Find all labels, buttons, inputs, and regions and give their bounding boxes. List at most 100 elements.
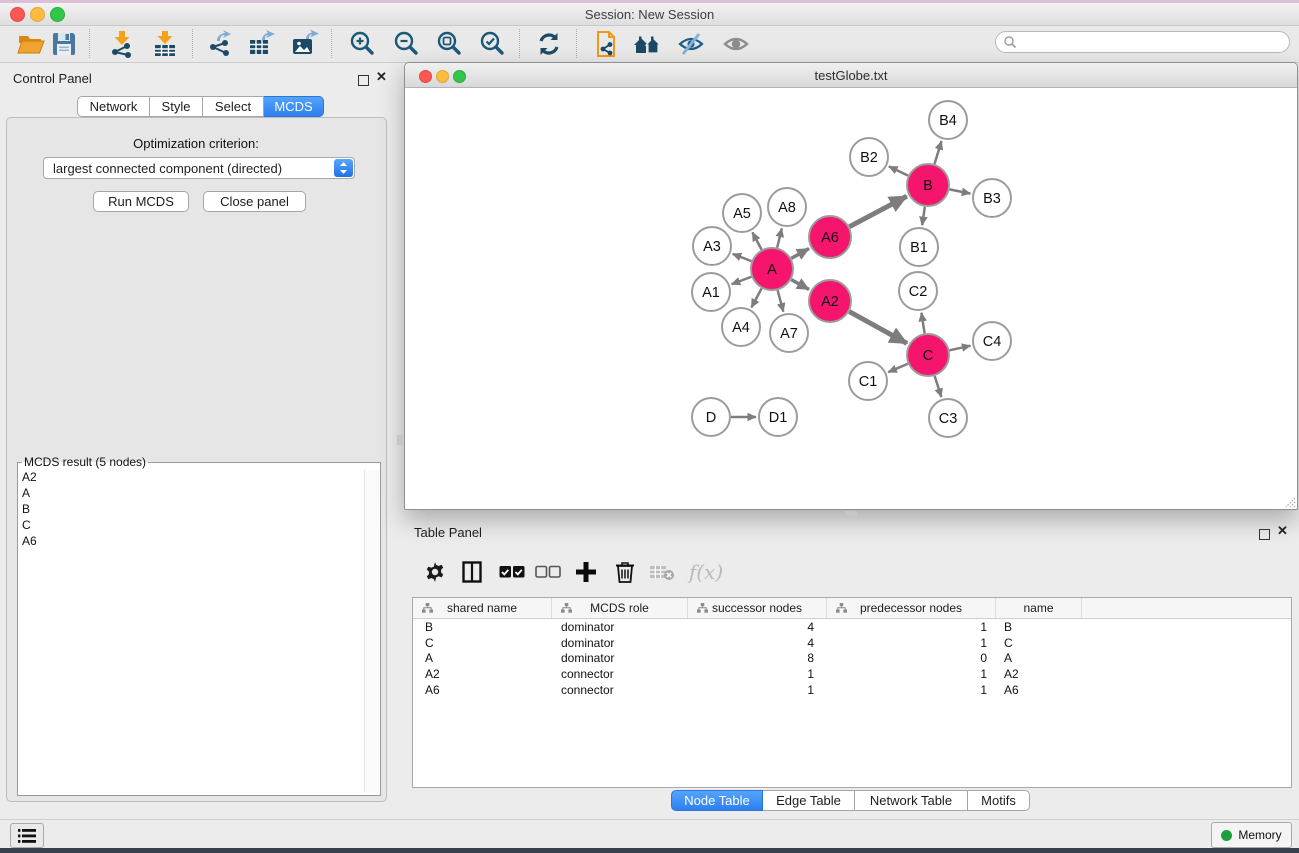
resize-grip-icon[interactable] [1282,494,1296,508]
graph-edge-A-A1[interactable] [732,277,752,284]
graph-edge-B-B4[interactable] [934,141,941,164]
graph-edge-B-B3[interactable] [950,189,971,193]
tab-motifs[interactable]: Motifs [968,790,1030,811]
cell-mcds_role[interactable]: dominator [552,636,688,650]
cell-mcds_role[interactable]: connector [552,683,688,697]
import-table-button[interactable] [147,27,183,61]
cell-predecessor_nodes[interactable]: 1 [827,636,996,650]
graph-edge-A-A5[interactable] [752,232,761,249]
cell-name[interactable]: A2 [996,667,1082,681]
memory-button[interactable]: Memory [1211,822,1292,848]
cell-mcds_role[interactable]: dominator [552,651,688,665]
zoom-out-button[interactable] [388,27,424,61]
cell-predecessor_nodes[interactable]: 1 [827,620,996,634]
graph-edge-C-C3[interactable] [935,376,942,397]
column-header-shared-name[interactable]: shared name [413,598,552,618]
search-input[interactable] [1017,34,1271,50]
export-table-button[interactable] [243,27,279,61]
cell-successor_nodes[interactable]: 1 [688,667,827,681]
hide-selected-button[interactable] [673,27,709,61]
cell-shared_name[interactable]: C [413,636,552,650]
table-settings-button[interactable] [417,549,453,595]
graph-edge-A-A8[interactable] [777,228,782,247]
zoom-in-button[interactable] [344,27,380,61]
zoom-selected-button[interactable] [474,27,510,61]
mcds-result-item[interactable]: A6 [22,533,37,549]
export-image-button[interactable] [286,27,322,61]
graph-edge-C-C1[interactable] [888,364,908,373]
table-row[interactable]: Adominator80A [413,650,1291,666]
control-panel-float-button[interactable] [358,73,369,91]
cell-shared_name[interactable]: A [413,651,552,665]
graph-edge-C-C4[interactable] [949,346,970,351]
create-column-button[interactable] [568,549,604,595]
table-row[interactable]: Bdominator41B [413,619,1291,635]
cell-successor_nodes[interactable]: 1 [688,683,827,697]
save-session-button[interactable] [46,27,82,61]
cell-name[interactable]: A [996,651,1082,665]
go-home-button[interactable] [629,27,665,61]
table-row[interactable]: Cdominator41C [413,635,1291,651]
cell-successor_nodes[interactable]: 4 [688,636,827,650]
tab-select[interactable]: Select [203,96,264,117]
export-network-button[interactable] [202,27,238,61]
cell-name[interactable]: B [996,620,1082,634]
graph-edge-A-A7[interactable] [778,290,784,311]
optimization-criterion-dropdown[interactable]: largest connected component (directed) [43,157,355,179]
show-columns-button[interactable] [454,549,490,595]
refresh-layout-button[interactable] [531,27,567,61]
cell-predecessor_nodes[interactable]: 1 [827,667,996,681]
graph-edge-A-A4[interactable] [751,288,761,307]
mcds-result-item[interactable]: B [22,501,37,517]
cell-shared_name[interactable]: B [413,620,552,634]
new-network-from-file-button[interactable] [588,27,624,61]
column-header-successor-nodes[interactable]: successor nodes [688,598,827,618]
open-file-button[interactable] [13,27,49,61]
column-header-MCDS-role[interactable]: MCDS role [552,598,688,618]
column-header-predecessor-nodes[interactable]: predecessor nodes [827,598,996,618]
task-history-button[interactable] [10,823,44,848]
mcds-result-item[interactable]: A [22,485,37,501]
graph-edge-A-A3[interactable] [733,254,752,261]
function-builder-button[interactable]: f(x) [684,549,728,595]
search-field[interactable] [995,31,1290,53]
tab-style[interactable]: Style [150,96,203,117]
cell-name[interactable]: C [996,636,1082,650]
unselect-all-columns-button[interactable] [530,549,566,595]
cell-successor_nodes[interactable]: 8 [688,651,827,665]
cell-mcds_role[interactable]: dominator [552,620,688,634]
show-all-button[interactable] [718,27,754,61]
result-scrollbar[interactable] [364,470,379,792]
select-all-columns-button[interactable] [494,549,530,595]
mcds-result-item[interactable]: C [22,517,37,533]
tab-network[interactable]: Network [77,96,150,117]
delete-table-button[interactable] [644,549,680,595]
close-panel-button[interactable]: Close panel [203,191,306,212]
tab-mcds[interactable]: MCDS [264,96,324,117]
control-panel-close-button[interactable]: ✕ [376,72,387,82]
graph-edge-B-B1[interactable] [922,207,925,225]
cell-shared_name[interactable]: A2 [413,667,552,681]
graph-edge-A-A6[interactable] [791,249,809,259]
run-mcds-button[interactable]: Run MCDS [93,191,189,212]
table-panel-close-button[interactable]: ✕ [1277,526,1288,536]
mcds-result-list[interactable]: A2ABCA6 [22,469,37,549]
network-window-titlebar[interactable]: testGlobe.txt [405,63,1297,88]
mcds-result-item[interactable]: A2 [22,469,37,485]
zoom-fit-button[interactable] [431,27,467,61]
delete-columns-button[interactable] [607,549,643,595]
cell-successor_nodes[interactable]: 4 [688,620,827,634]
cell-predecessor_nodes[interactable]: 1 [827,683,996,697]
graph-edge-A-A2[interactable] [791,280,809,290]
graph-edge-B-B2[interactable] [889,166,908,175]
graph-edge-A2-C[interactable] [849,312,907,344]
table-row[interactable]: A2connector11A2 [413,666,1291,682]
cell-shared_name[interactable]: A6 [413,683,552,697]
tab-network-table[interactable]: Network Table [855,790,968,811]
graph-edge-A6-B[interactable] [849,196,906,226]
cell-mcds_role[interactable]: connector [552,667,688,681]
table-panel-float-button[interactable] [1259,527,1270,545]
cell-name[interactable]: A6 [996,683,1082,697]
table-row[interactable]: A6connector11A6 [413,682,1291,698]
column-header-name[interactable]: name [996,598,1082,618]
